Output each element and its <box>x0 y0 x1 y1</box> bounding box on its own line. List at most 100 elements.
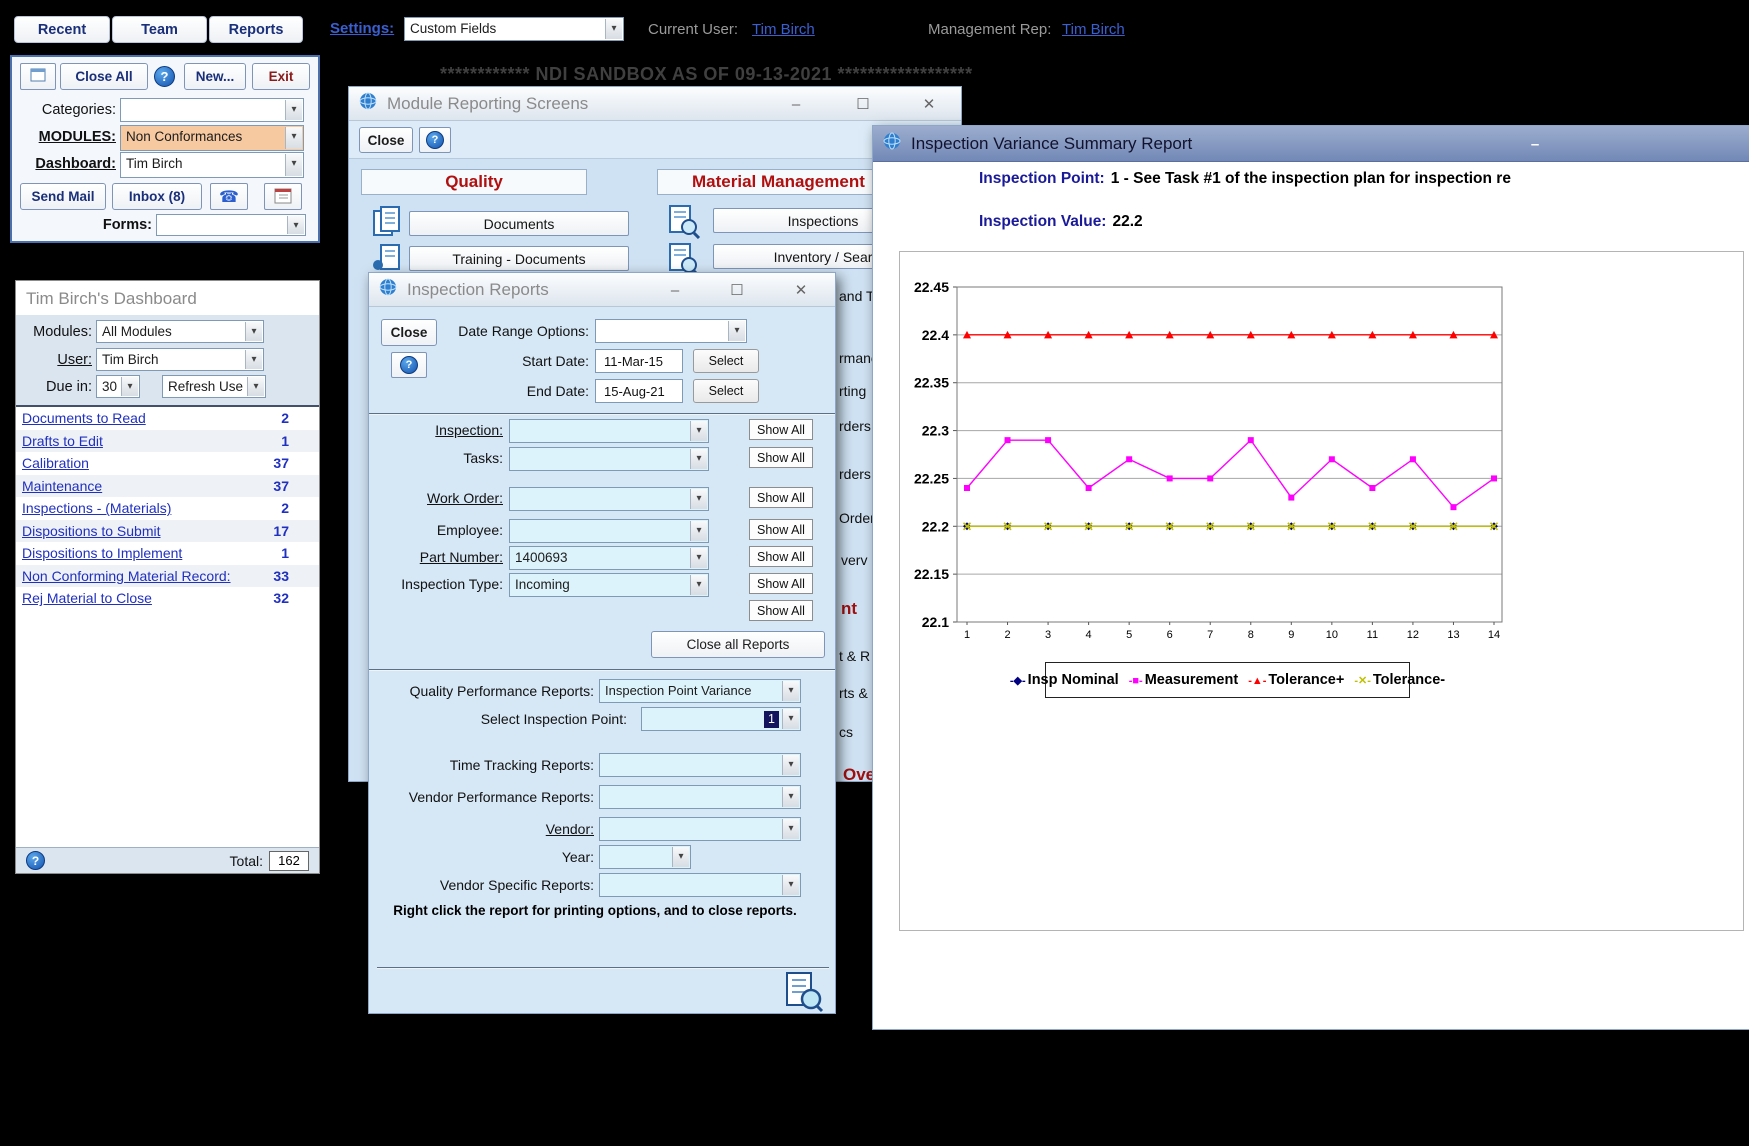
list-item[interactable]: Dispositions to Submit17 <box>16 520 319 543</box>
chevron-down-icon[interactable]: ▾ <box>690 521 707 541</box>
dash-modules-dropdown[interactable]: All Modules ▾ <box>96 320 264 343</box>
module-button-fragment[interactable]: Ove <box>843 765 875 785</box>
list-item-link[interactable]: Non Conforming Material Record: <box>22 568 231 584</box>
quality-performance-reports-dropdown[interactable]: Inspection Point Variance ▾ <box>599 679 801 703</box>
list-item-link[interactable]: Dispositions to Implement <box>22 545 182 561</box>
date-range-dropdown[interactable]: ▾ <box>595 319 747 343</box>
list-item[interactable]: Non Conforming Material Record:33 <box>16 565 319 588</box>
list-item-link[interactable]: Maintenance <box>22 478 102 494</box>
vendor-performance-reports-dropdown[interactable]: ▾ <box>599 785 801 809</box>
close-icon[interactable]: ✕ <box>779 273 823 307</box>
dashboard-label[interactable]: Dashboard: <box>12 156 116 172</box>
chevron-down-icon[interactable]: ▾ <box>782 755 799 775</box>
inspection-filter-dropdown[interactable]: ▾ <box>509 419 709 443</box>
team-button[interactable]: Team <box>112 16 207 43</box>
list-item[interactable]: Drafts to Edit1 <box>16 430 319 453</box>
list-item-link[interactable]: Inspections - (Materials) <box>22 500 171 516</box>
chevron-down-icon[interactable]: ▾ <box>245 350 262 369</box>
send-mail-button[interactable]: Send Mail <box>20 183 106 210</box>
inbox-button[interactable]: Inbox (8) <box>112 183 202 210</box>
year-dropdown[interactable]: ▾ <box>599 845 691 869</box>
list-item-link[interactable]: Drafts to Edit <box>22 433 103 449</box>
maximize-button[interactable]: ☐ <box>715 273 759 307</box>
show-all-button[interactable]: Show All <box>749 447 813 468</box>
minimize-button[interactable]: – <box>774 87 818 121</box>
chevron-down-icon[interactable]: ▾ <box>287 216 304 234</box>
close-button[interactable]: Close <box>359 127 413 153</box>
minimize-button[interactable]: – <box>1513 126 1557 162</box>
refresh-dropdown[interactable]: Refresh Use ▾ <box>162 375 266 398</box>
exit-button[interactable]: Exit <box>252 63 310 90</box>
show-all-button[interactable]: Show All <box>749 546 813 567</box>
chevron-down-icon[interactable]: ▾ <box>605 19 622 39</box>
show-all-button[interactable]: Show All <box>749 519 813 540</box>
chevron-down-icon[interactable]: ▾ <box>690 421 707 441</box>
help-icon[interactable]: ? <box>154 66 175 87</box>
module-window-titlebar[interactable]: Module Reporting Screens – ☐ ✕ <box>349 87 961 121</box>
dash-user-dropdown[interactable]: Tim Birch ▾ <box>96 348 264 371</box>
chevron-down-icon[interactable]: ▾ <box>285 154 302 176</box>
chevron-down-icon[interactable]: ▾ <box>672 847 689 867</box>
module-button-fragment[interactable]: and T <box>839 288 875 304</box>
training-documents-button[interactable]: Training - Documents <box>409 246 629 271</box>
module-button-fragment[interactable]: cs <box>839 724 853 740</box>
close-icon[interactable]: ✕ <box>907 87 951 121</box>
chevron-down-icon[interactable]: ▾ <box>245 322 262 341</box>
select-inspection-point-dropdown[interactable]: 1 ▾ <box>641 707 801 731</box>
show-all-button[interactable]: Show All <box>749 600 813 621</box>
list-item[interactable]: Inspections - (Materials)2 <box>16 497 319 520</box>
chevron-down-icon[interactable]: ▾ <box>285 100 302 120</box>
inspection-filter-label[interactable]: Inspection: <box>369 422 503 438</box>
chevron-down-icon[interactable]: ▾ <box>690 548 707 568</box>
form-view-button[interactable] <box>20 63 56 90</box>
module-button-fragment[interactable]: verv <box>841 552 867 568</box>
work-order-filter-label[interactable]: Work Order: <box>369 490 503 506</box>
vendor-dropdown[interactable]: ▾ <box>599 817 801 841</box>
list-item[interactable]: Maintenance37 <box>16 475 319 498</box>
end-date-select-button[interactable]: Select <box>693 379 759 403</box>
maximize-button[interactable]: ☐ <box>841 87 885 121</box>
vendor-label[interactable]: Vendor: <box>369 821 594 837</box>
dash-user-label[interactable]: User: <box>16 352 92 368</box>
module-button-fragment[interactable]: rders <box>839 418 871 434</box>
employee-filter-dropdown[interactable]: ▾ <box>509 519 709 543</box>
show-all-button[interactable]: Show All <box>749 487 813 508</box>
reports-button[interactable]: Reports <box>209 16 303 43</box>
chevron-down-icon[interactable]: ▾ <box>285 127 302 149</box>
categories-dropdown[interactable]: ▾ <box>120 98 304 122</box>
chevron-down-icon[interactable]: ▾ <box>782 709 799 729</box>
part-number-filter-label[interactable]: Part Number: <box>369 549 503 565</box>
modules-dropdown[interactable]: Non Conformances ▾ <box>120 125 304 151</box>
modules-label[interactable]: MODULES: <box>12 129 116 145</box>
module-button-fragment[interactable]: rts & <box>839 685 868 701</box>
list-item[interactable]: Calibration37 <box>16 452 319 475</box>
settings-link[interactable]: Settings: <box>330 20 394 37</box>
recent-button[interactable]: Recent <box>14 16 110 43</box>
report-icon[interactable] <box>783 971 825 1018</box>
chevron-down-icon[interactable]: ▾ <box>782 681 799 701</box>
show-all-button[interactable]: Show All <box>749 419 813 440</box>
list-item[interactable]: Rej Material to Close32 <box>16 587 319 610</box>
start-date-field[interactable]: 11-Mar-15 <box>595 349 683 373</box>
list-item-link[interactable]: Documents to Read <box>22 410 146 426</box>
calendar-button[interactable] <box>264 183 302 210</box>
module-button-fragment[interactable]: rting <box>839 383 866 399</box>
module-button-fragment[interactable]: Order <box>839 510 875 526</box>
inspection-type-filter-dropdown[interactable]: Incoming▾ <box>509 573 709 597</box>
chevron-down-icon[interactable]: ▾ <box>690 449 707 469</box>
list-item-link[interactable]: Dispositions to Submit <box>22 523 161 539</box>
close-all-button[interactable]: Close All <box>60 63 148 90</box>
phone-button[interactable]: ☎ <box>210 183 248 210</box>
current-user-link[interactable]: Tim Birch <box>752 21 815 38</box>
help-icon[interactable]: ? <box>26 851 45 870</box>
close-all-reports-button[interactable]: Close all Reports <box>651 631 825 658</box>
due-in-dropdown[interactable]: 30 ▾ <box>96 375 140 398</box>
chevron-down-icon[interactable]: ▾ <box>782 875 799 895</box>
help-button[interactable]: ? <box>419 127 451 153</box>
documents-button[interactable]: Documents <box>409 211 629 236</box>
chevron-down-icon[interactable]: ▾ <box>121 377 138 396</box>
chevron-down-icon[interactable]: ▾ <box>728 321 745 341</box>
module-button-fragment[interactable]: rders <box>839 466 871 482</box>
show-all-button[interactable]: Show All <box>749 573 813 594</box>
dashboard-dropdown[interactable]: Tim Birch ▾ <box>120 152 304 178</box>
